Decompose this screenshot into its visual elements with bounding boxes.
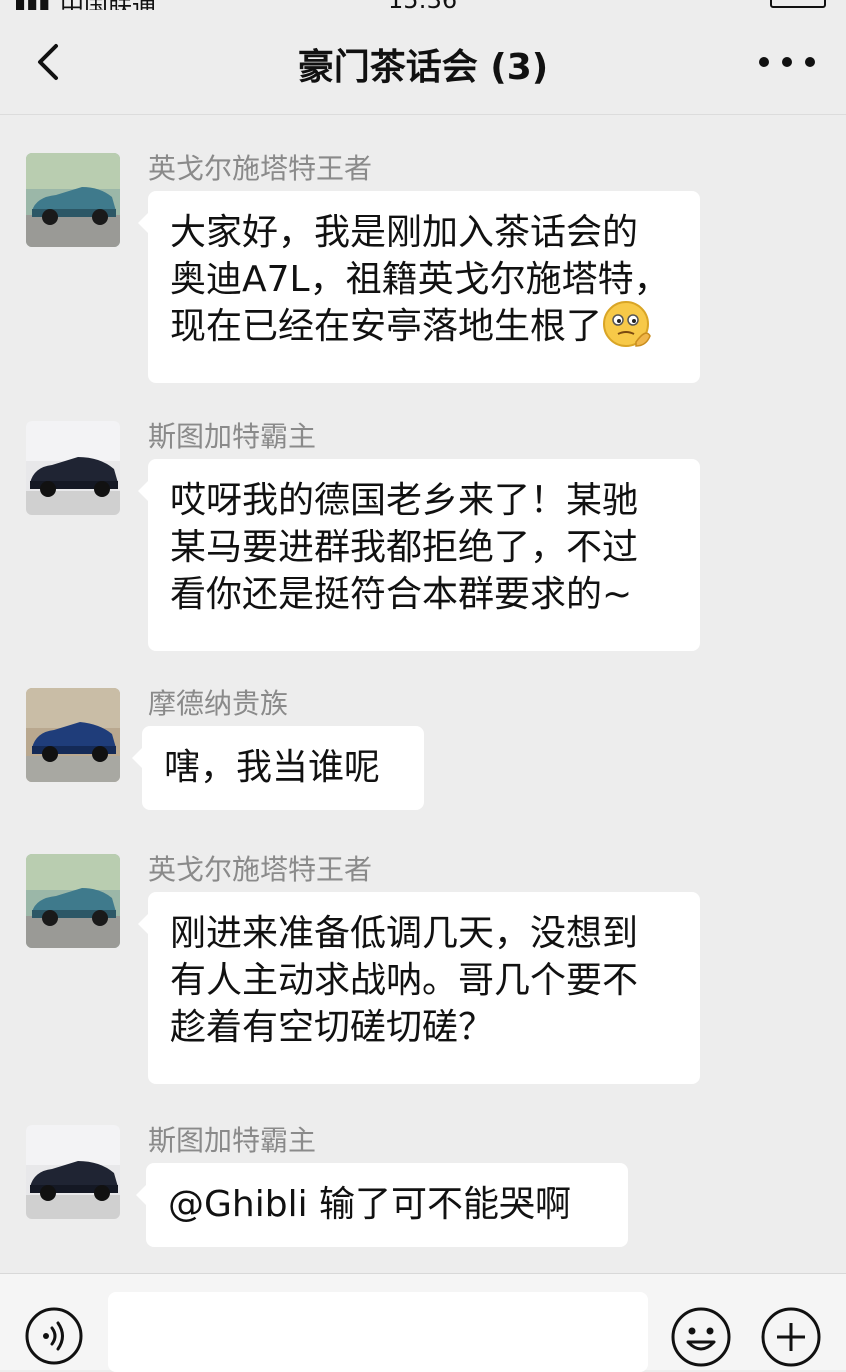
message-line: 奥迪A7L，祖籍英戈尔施塔特， (170, 259, 670, 300)
carrier-label: 中国联通 (60, 0, 156, 10)
emoji-icon (671, 1307, 731, 1367)
plus-button[interactable] (760, 1306, 822, 1368)
sender-name: 斯图加特霸主 (148, 1124, 317, 1157)
avatar[interactable] (26, 688, 120, 782)
avatar[interactable] (26, 153, 120, 247)
message-line: @Ghibli 输了可不能哭啊 (168, 1184, 572, 1225)
message-line: 某马要进群我都拒绝了，不过 (170, 527, 639, 568)
message-list[interactable]: 英戈尔施塔特王者 大家好，我是刚加入茶话会的 奥迪A7L，祖籍英戈尔施塔特， 现… (0, 115, 846, 1273)
more-button[interactable] (754, 46, 820, 78)
voice-button[interactable] (24, 1306, 84, 1366)
dark-sportback-avatar-image (26, 1125, 120, 1219)
clock: 15:36 (388, 0, 457, 10)
more-icon (759, 57, 815, 67)
sender-name: 摩德纳贵族 (148, 687, 289, 720)
message-line: 看你还是挺符合本群要求的~ (170, 574, 633, 615)
battery-icon (770, 0, 826, 8)
message-bubble[interactable]: 哎呀我的德国老乡来了！某驰 某马要进群我都拒绝了，不过 看你还是挺符合本群要求的… (138, 459, 700, 651)
message-line: 哎呀我的德国老乡来了！某驰 (170, 480, 639, 521)
message-line: 有人主动求战呐。哥几个要不 (170, 960, 639, 1001)
message-line: 现在已经在安亭落地生根了 (170, 306, 603, 347)
message-line-wrap: 现在已经在安亭落地生根了 (170, 301, 678, 350)
input-bar (0, 1273, 846, 1372)
sender-name: 英戈尔施塔特王者 (148, 152, 373, 185)
dark-sportback-avatar-image (26, 421, 120, 515)
message-input[interactable] (108, 1292, 648, 1372)
teal-sedan-avatar-image (26, 854, 120, 948)
message-line: 刚进来准备低调几天，没想到 (170, 913, 639, 954)
sender-name: 斯图加特霸主 (148, 420, 317, 453)
nav-bar: 豪门茶话会 (3) (0, 10, 846, 115)
thinking-face-emoji-icon (603, 301, 651, 347)
avatar[interactable] (26, 854, 120, 948)
message-line: 趁着有空切磋切磋？ (170, 1007, 495, 1048)
signal-icon: ▮▮▮ (14, 0, 50, 10)
voice-icon (25, 1307, 83, 1365)
avatar[interactable] (26, 421, 120, 515)
message-bubble[interactable]: @Ghibli 输了可不能哭啊 (136, 1163, 628, 1247)
message-line: 大家好，我是刚加入茶话会的 (170, 212, 639, 253)
message-bubble[interactable]: 大家好，我是刚加入茶话会的 奥迪A7L，祖籍英戈尔施塔特， 现在已经在安亭落地生… (138, 191, 700, 383)
sender-name: 英戈尔施塔特王者 (148, 853, 373, 886)
blue-sedan-avatar-image (26, 688, 120, 782)
avatar[interactable] (26, 1125, 120, 1219)
message-bubble[interactable]: 嗐，我当谁呢 (132, 726, 424, 810)
plus-icon (761, 1307, 821, 1367)
chat-title: 豪门茶话会 (3) (297, 47, 549, 88)
message-line: 嗐，我当谁呢 (164, 747, 381, 788)
message-bubble[interactable]: 刚进来准备低调几天，没想到 有人主动求战呐。哥几个要不 趁着有空切磋切磋？ (138, 892, 700, 1084)
emoji-button[interactable] (670, 1306, 732, 1368)
teal-sedan-avatar-image (26, 153, 120, 247)
status-bar: ▮▮▮ 中国联通 15:36 (0, 0, 846, 10)
